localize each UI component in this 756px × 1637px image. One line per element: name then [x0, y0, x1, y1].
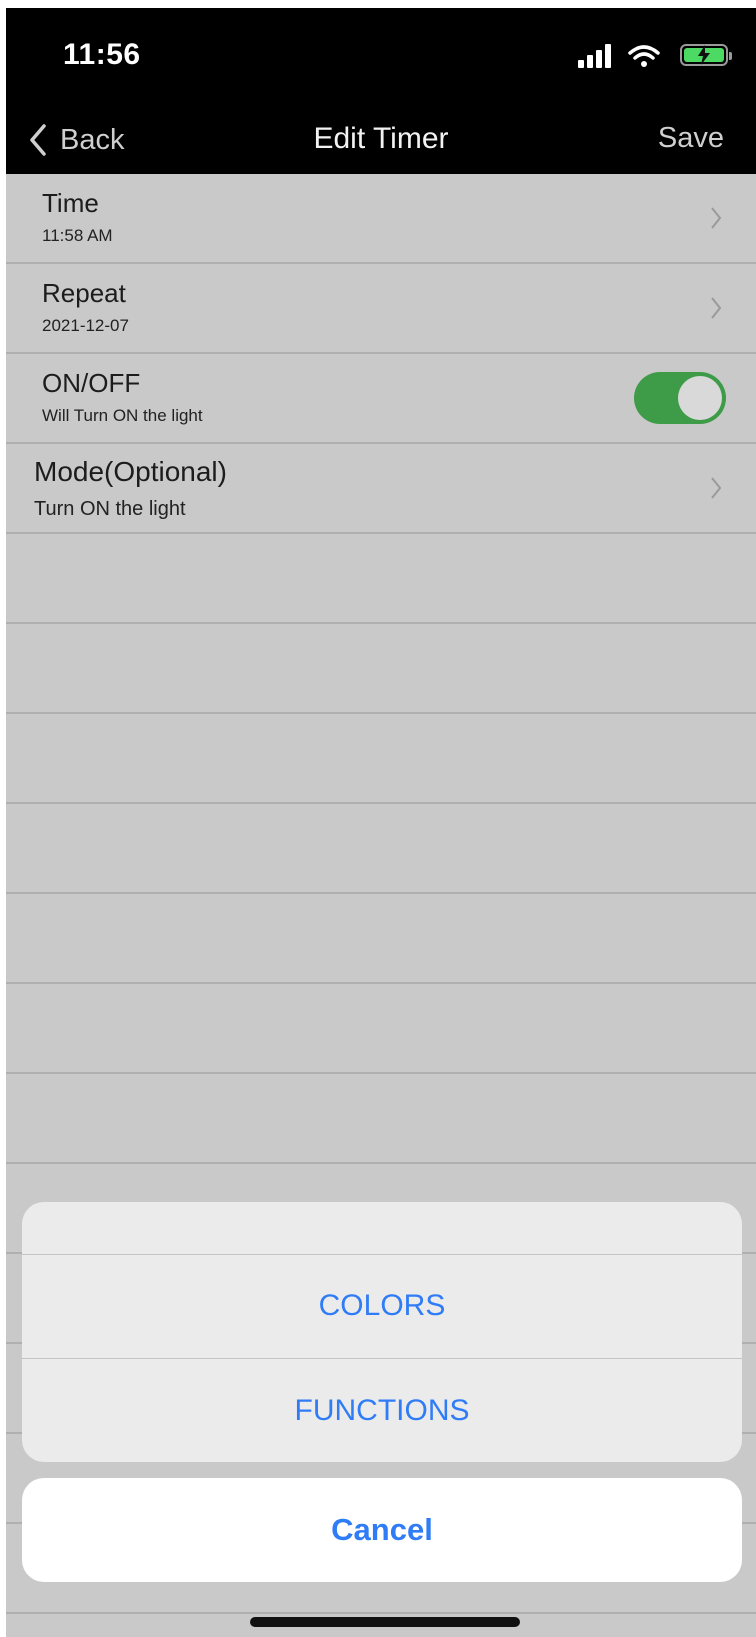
action-sheet: COLORS FUNCTIONS	[22, 1202, 742, 1462]
empty-row	[6, 714, 756, 804]
wifi-icon	[628, 45, 660, 67]
signal-icon	[578, 44, 618, 68]
onoff-toggle[interactable]	[634, 372, 726, 424]
chevron-right-icon	[711, 297, 722, 319]
screen: 11:56 Back Edit Timer Save Time 11:58 AM…	[6, 8, 756, 1637]
chevron-right-icon	[711, 207, 722, 229]
empty-row	[6, 1074, 756, 1164]
mode-row-value: Turn ON the light	[34, 498, 186, 520]
time-row-value: 11:58 AM	[42, 226, 113, 245]
mode-row[interactable]: Mode(Optional) Turn ON the light	[6, 444, 756, 534]
empty-row	[6, 804, 756, 894]
battery-charging-icon	[680, 44, 732, 66]
onoff-row-title: ON/OFF	[42, 368, 141, 398]
empty-row	[6, 624, 756, 714]
repeat-row[interactable]: Repeat 2021-12-07	[6, 264, 756, 354]
functions-option-button[interactable]: FUNCTIONS	[22, 1359, 742, 1462]
time-row-title: Time	[42, 188, 99, 218]
empty-row	[6, 534, 756, 624]
save-button[interactable]: Save	[658, 122, 724, 155]
toggle-knob	[678, 376, 722, 420]
home-indicator[interactable]	[250, 1617, 520, 1627]
empty-row	[6, 984, 756, 1074]
colors-option-button[interactable]: COLORS	[22, 1254, 742, 1359]
onoff-row: ON/OFF Will Turn ON the light	[6, 354, 756, 444]
repeat-row-value: 2021-12-07	[42, 316, 129, 335]
time-row[interactable]: Time 11:58 AM	[6, 174, 756, 264]
onoff-row-value: Will Turn ON the light	[42, 406, 203, 425]
empty-row	[6, 894, 756, 984]
top-bar: 11:56 Back Edit Timer Save	[6, 8, 756, 174]
cancel-button[interactable]: Cancel	[22, 1478, 742, 1582]
repeat-row-title: Repeat	[42, 278, 126, 308]
action-sheet-header	[22, 1202, 742, 1255]
mode-row-title: Mode(Optional)	[34, 456, 227, 487]
chevron-right-icon	[711, 477, 722, 499]
page-title: Edit Timer	[313, 122, 449, 155]
status-time: 11:56	[63, 38, 141, 71]
